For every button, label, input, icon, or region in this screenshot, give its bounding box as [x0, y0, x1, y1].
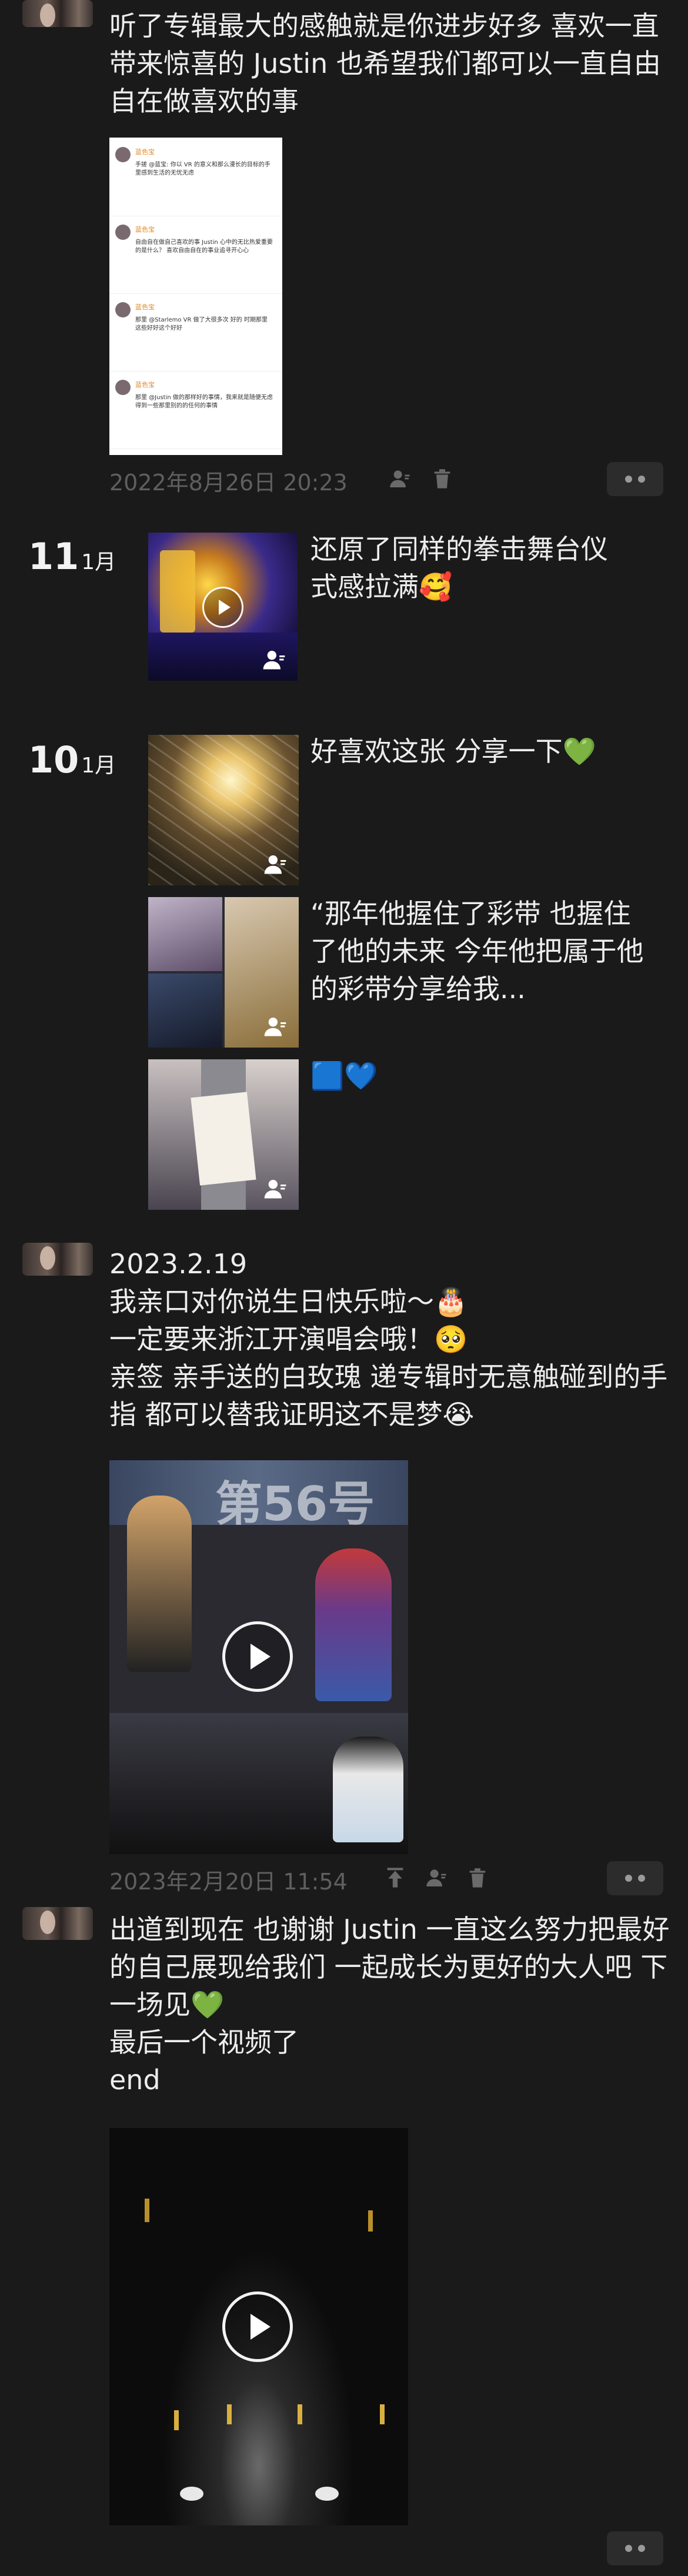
comment-author: 蓝色宝 — [135, 148, 155, 156]
trash-icon[interactable] — [466, 1866, 489, 1889]
comment-text: 那里 @Starlemo VR 做了大很多次 好的 时期那里 这些好好这个好好 — [135, 317, 268, 332]
trash-icon[interactable] — [430, 467, 454, 490]
screenshot-comment: 蓝色宝那里 @Starlemo VR 做了大很多次 好的 时期那里 这些好好这个… — [109, 296, 282, 372]
video-banner: 第56号 — [215, 1477, 375, 1531]
avatar[interactable] — [22, 1243, 93, 1276]
screenshot-comment-list: 蓝色宝 手搓 @蓝宝: 你以 VR 的意义和那么漫长的目标的手里感到生活的无忧无虑… — [109, 138, 282, 455]
person-icon — [264, 1017, 286, 1036]
screenshot-comment: 蓝色宝自由自在做自己喜欢的事 Justin 心中的无比热爱重要的是什么？ 喜欢自… — [109, 219, 282, 294]
person-icon — [264, 855, 286, 874]
date-label: 11 1月 — [28, 535, 116, 578]
post-text: 听了专辑最大的感触就是你进步好多 喜欢一直带来惊喜的 Justin 也希望我们都… — [109, 10, 661, 117]
comment-author: 蓝色宝 — [135, 303, 155, 311]
person-icon — [263, 650, 285, 670]
date-month: 1月 — [81, 754, 116, 778]
play-icon[interactable] — [222, 2291, 293, 2362]
comment-author: 蓝色宝 — [135, 226, 155, 233]
date-label: 10 1月 — [28, 738, 116, 781]
avatar — [115, 225, 131, 240]
comment-text: 手搓 @蓝宝: 你以 VR 的意义和那么漫长的目标的手里感到生活的无忧无虑 — [135, 162, 270, 176]
post-text: 好喜欢这张 分享一下💚 — [310, 735, 596, 767]
comment-text: 自由自在做自己喜欢的事 Justin 心中的无比热爱重要的是什么？ 喜欢自由自在… — [135, 239, 273, 254]
photo-thumbnail[interactable] — [148, 897, 299, 1048]
post-text: 出道到现在 也谢谢 Justin 一直这么努力把最好的自己展现给我们 一起成长为… — [109, 1913, 670, 2096]
comment-text: 那里 @Justin 做的那样好的事情，我来就是随便无虑得到一些那里别的的任何的… — [135, 394, 273, 409]
post-text: 🟦💙 — [310, 1060, 378, 1092]
date-month: 1月 — [81, 550, 116, 574]
photo-thumbnail[interactable] — [148, 735, 299, 885]
post-text: “那年他握住了彩带 也握住了他的未来 今年他把属于他的彩带分享给我... — [310, 898, 644, 1005]
photo-thumbnail[interactable] — [148, 1059, 299, 1210]
video-thumbnail[interactable] — [109, 2128, 408, 2525]
person-icon[interactable] — [388, 467, 412, 490]
avatar — [115, 380, 131, 395]
person-icon[interactable] — [425, 1866, 448, 1889]
screenshot-comment: 蓝色宝那里 @Justin 做的那样好的事情，我来就是随便无虑得到一些那里别的的… — [109, 374, 282, 449]
more-dots-icon[interactable] — [607, 2531, 663, 2565]
avatar[interactable] — [22, 0, 93, 27]
post-timestamp: 2022年8月26日 20:23 — [109, 470, 348, 496]
video-thumbnail[interactable] — [148, 533, 298, 681]
pin-top-icon[interactable] — [383, 1866, 407, 1889]
more-dots-icon[interactable] — [607, 462, 663, 496]
post-text: 还原了同样的拳击舞台仪式感拉满🥰 — [310, 533, 608, 603]
comment-author: 蓝色宝 — [135, 381, 155, 389]
comment-screenshot[interactable]: 蓝色宝 手搓 @蓝宝: 你以 VR 的意义和那么漫长的目标的手里感到生活的无忧无虑… — [109, 138, 282, 455]
person-icon — [264, 1179, 286, 1199]
more-dots-icon[interactable] — [607, 1861, 663, 1895]
play-icon[interactable] — [202, 587, 243, 628]
post-timestamp: 2023年2月20日 11:54 — [109, 1869, 348, 1895]
avatar — [115, 302, 131, 317]
screenshot-comment: 蓝色宝手搓 @蓝宝: 你以 VR 的意义和那么漫长的目标的手里感到生活的无忧无虑 — [109, 141, 282, 216]
play-icon[interactable] — [222, 1621, 293, 1692]
post-text: 2023.2.19 我亲口对你说生日快乐啦～🎂 一定要来浙江开演唱会哦！🥺 亲签… — [109, 1248, 668, 1430]
avatar — [115, 147, 131, 162]
date-day: 11 — [28, 535, 79, 578]
video-thumbnail[interactable]: 第56号 — [109, 1460, 408, 1854]
avatar[interactable] — [22, 1907, 93, 1940]
date-day: 10 — [28, 738, 79, 781]
